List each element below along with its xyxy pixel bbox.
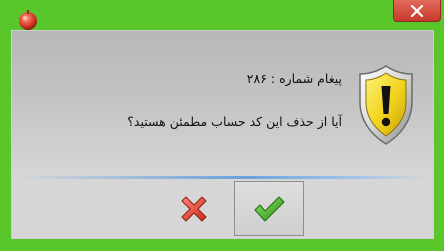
title-bar: [0, 0, 444, 30]
message-text: آیا از حذف این کد حساب مطمئن هستید؟: [127, 114, 342, 129]
app-icon: [19, 10, 37, 30]
dialog-client-area: پیغام شماره : ۲۸۶ آیا از حذف این کد حساب…: [11, 30, 434, 239]
message-area: پیغام شماره : ۲۸۶ آیا از حذف این کد حساب…: [12, 31, 433, 176]
cancel-x-icon: [181, 196, 207, 221]
warning-shield-icon: [359, 65, 413, 145]
ok-button[interactable]: [234, 181, 304, 236]
dialog-window: پیغام شماره : ۲۸۶ آیا از حذف این کد حساب…: [0, 0, 444, 251]
button-bar: [12, 179, 433, 238]
message-title: پیغام شماره : ۲۸۶: [246, 71, 342, 86]
close-icon: [410, 4, 424, 17]
close-button[interactable]: [393, 0, 441, 22]
cancel-button[interactable]: [159, 181, 229, 236]
ok-checkmark-icon: [254, 196, 285, 221]
